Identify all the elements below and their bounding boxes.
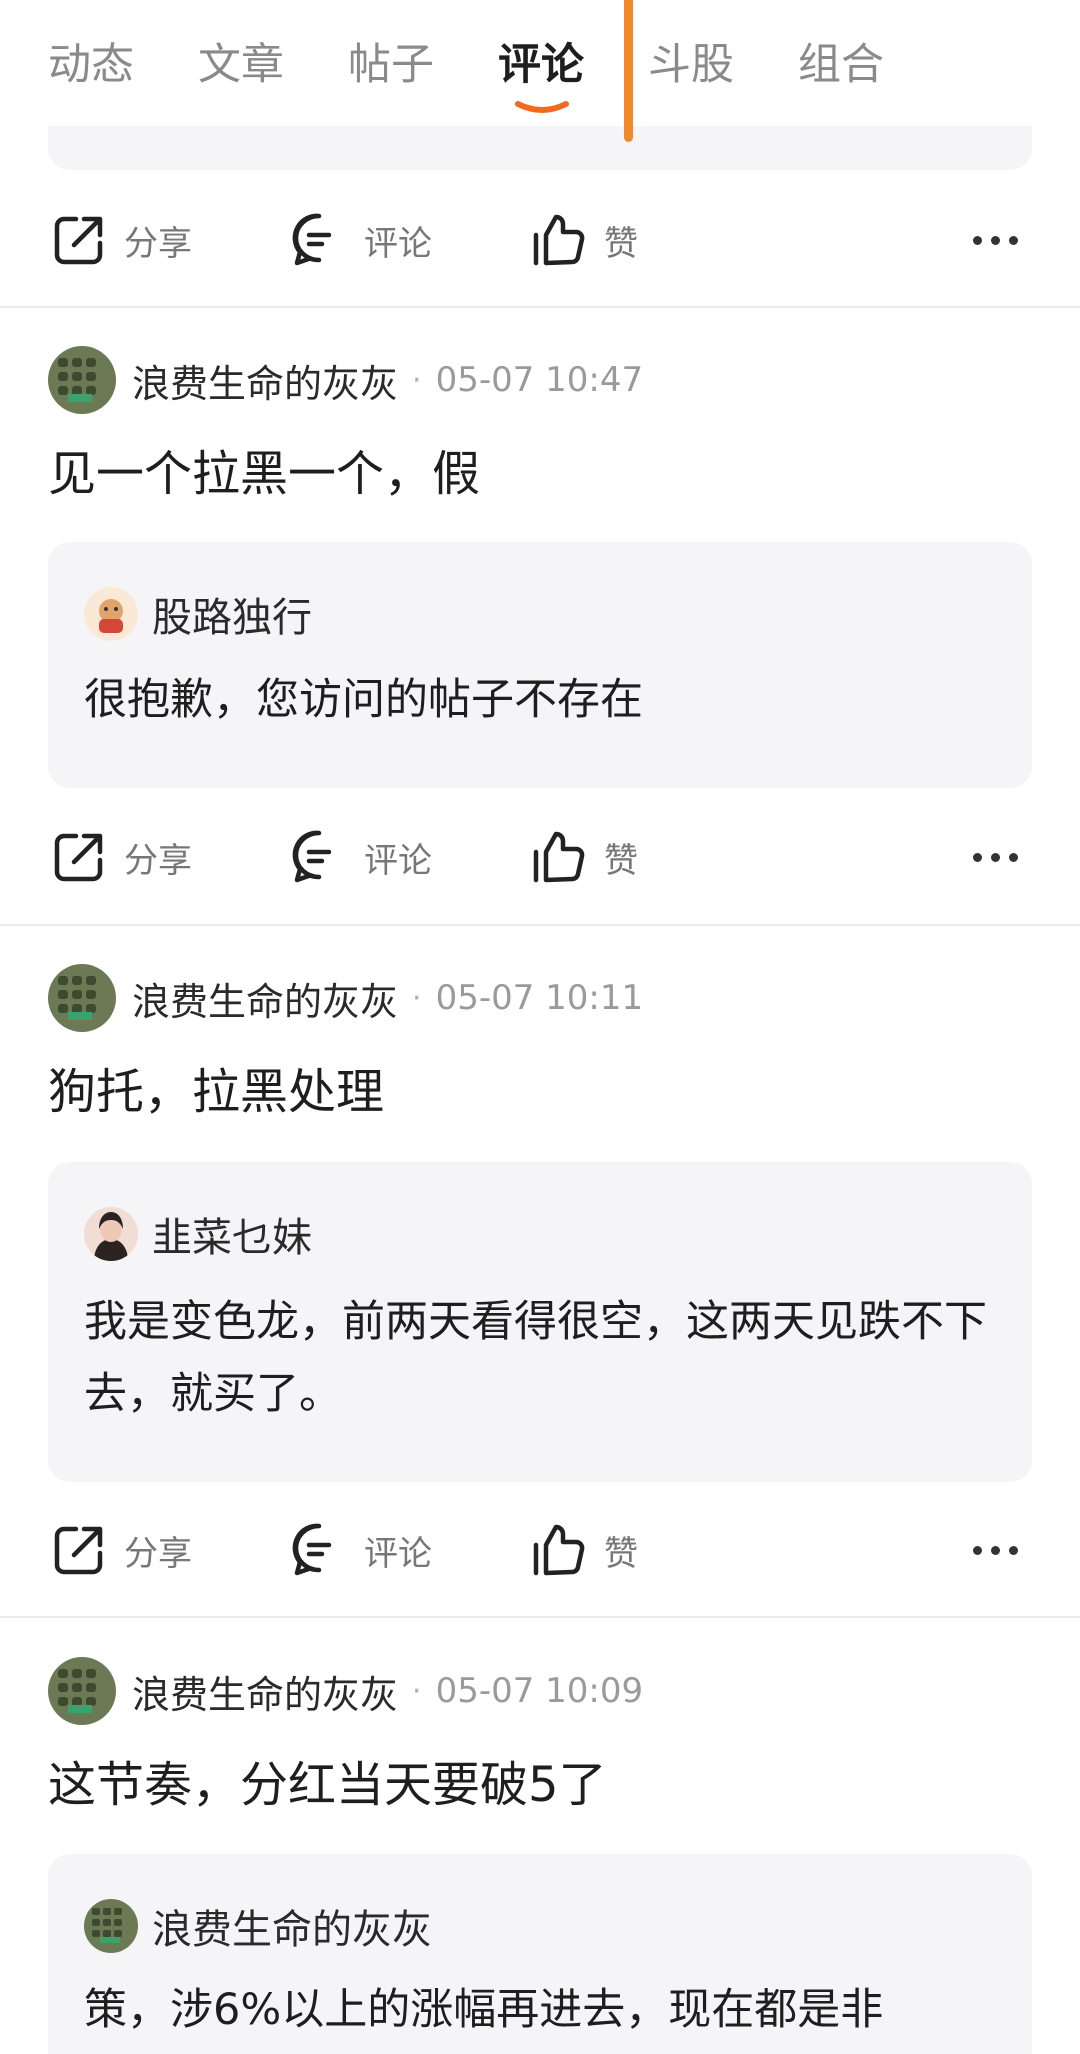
post-time: 05-07 10:11 (435, 978, 644, 1018)
thumbs-up-icon (533, 214, 585, 266)
avatar[interactable] (48, 346, 116, 414)
tab-articles[interactable]: 文章 (198, 38, 284, 92)
share-label: 分享 (124, 840, 192, 881)
post-header: 浪费生命的灰灰 · 05-07 10:09 (48, 1655, 643, 1727)
comment-label: 评论 (364, 223, 432, 264)
tab-comments[interactable]: 评论 (498, 38, 584, 92)
comment-icon (292, 830, 332, 883)
quote-avatar (84, 1207, 138, 1261)
quote-author[interactable]: 韭菜乜妹 (152, 1205, 312, 1263)
more-icon (973, 1545, 1018, 1555)
quote-header: 浪费生命的灰灰 (84, 1898, 432, 1954)
separator-dot: · (412, 980, 422, 1016)
share-icon (54, 1526, 103, 1575)
more-icon (973, 235, 1018, 245)
comment-button[interactable]: 评论 (290, 815, 432, 899)
divider (0, 1616, 1080, 1618)
quoted-post[interactable]: 股路独行 很抱歉，您访问的帖子不存在 (48, 542, 1032, 788)
quote-text: 我是变色龙，前两天看得很空，这两天见跌不下去，就买了。 (84, 1297, 987, 1419)
more-icon (973, 852, 1018, 862)
comment-button[interactable]: 评论 (290, 1508, 432, 1592)
tab-stock-battle[interactable]: 斗股 (648, 38, 734, 92)
share-button[interactable]: 分享 (50, 198, 192, 282)
more-button[interactable] (973, 1508, 1018, 1592)
post-header: 浪费生命的灰灰 · 05-07 10:47 (48, 344, 643, 416)
quote-header: 韭菜乜妹 (84, 1206, 312, 1262)
quoted-post[interactable]: 浪费生命的灰灰 策，涉6%以上的涨幅再进去，现在都是非 (48, 1854, 1032, 2054)
share-button[interactable]: 分享 (50, 1508, 192, 1592)
comment-label: 评论 (364, 840, 432, 881)
tab-dynamics[interactable]: 动态 (48, 38, 134, 92)
quote-text: 策，涉6%以上的涨幅再进去，现在都是非 (84, 1985, 884, 2035)
quote-avatar (84, 587, 138, 641)
thumbs-up-icon (533, 831, 585, 883)
more-button[interactable] (973, 815, 1018, 899)
separator-dot: · (412, 362, 422, 398)
avatar[interactable] (48, 964, 116, 1032)
like-button[interactable]: 赞 (530, 815, 638, 899)
active-tab-indicator (515, 101, 569, 113)
thumbs-up-icon (533, 1524, 585, 1576)
action-bar: 分享 评论 赞 (0, 815, 1080, 899)
post-header: 浪费生命的灰灰 · 05-07 10:11 (48, 962, 643, 1034)
tab-bar: 动态 文章 帖子 评论 斗股 组合 (0, 0, 1080, 126)
like-label: 赞 (604, 840, 638, 881)
post-text: 见一个拉黑一个，假 (48, 446, 481, 502)
author-name[interactable]: 浪费生命的灰灰 (132, 1664, 398, 1719)
separator-dot: · (412, 1673, 422, 1709)
like-button[interactable]: 赞 (530, 198, 638, 282)
quote-author[interactable]: 股路独行 (152, 585, 312, 643)
like-button[interactable]: 赞 (530, 1508, 638, 1592)
tab-portfolio[interactable]: 组合 (798, 38, 884, 92)
comment-button[interactable]: 评论 (290, 198, 432, 282)
share-label: 分享 (124, 1533, 192, 1574)
comment-label: 评论 (364, 1533, 432, 1574)
quote-text: 很抱歉，您访问的帖子不存在 (84, 675, 643, 725)
comment-icon (292, 1523, 332, 1576)
scroll-indicator-bar (624, 0, 633, 142)
quoted-post[interactable]: 韭菜乜妹 我是变色龙，前两天看得很空，这两天见跌不下去，就买了。 (48, 1162, 1032, 1482)
share-label: 分享 (124, 223, 192, 264)
post-time: 05-07 10:47 (435, 360, 644, 400)
quote-header: 股路独行 (84, 586, 312, 642)
post-text: 狗托，拉黑处理 (48, 1064, 385, 1120)
divider (0, 924, 1080, 926)
quote-author[interactable]: 浪费生命的灰灰 (152, 1897, 432, 1955)
author-name[interactable]: 浪费生命的灰灰 (132, 353, 398, 408)
comment-icon (292, 213, 332, 266)
more-button[interactable] (973, 198, 1018, 282)
avatar[interactable] (48, 1657, 116, 1725)
tab-posts[interactable]: 帖子 (348, 38, 434, 92)
quote-avatar (84, 1899, 138, 1953)
action-bar: 分享 评论 赞 (0, 198, 1080, 282)
share-icon (54, 216, 103, 265)
share-button[interactable]: 分享 (50, 815, 192, 899)
share-icon (54, 833, 103, 882)
action-bar: 分享 评论 赞 (0, 1508, 1080, 1592)
like-label: 赞 (604, 223, 638, 264)
like-label: 赞 (604, 1533, 638, 1574)
divider (0, 306, 1080, 308)
post-time: 05-07 10:09 (435, 1671, 644, 1711)
post-text: 这节奏，分红当天要破5了 (48, 1757, 607, 1813)
author-name[interactable]: 浪费生命的灰灰 (132, 971, 398, 1026)
